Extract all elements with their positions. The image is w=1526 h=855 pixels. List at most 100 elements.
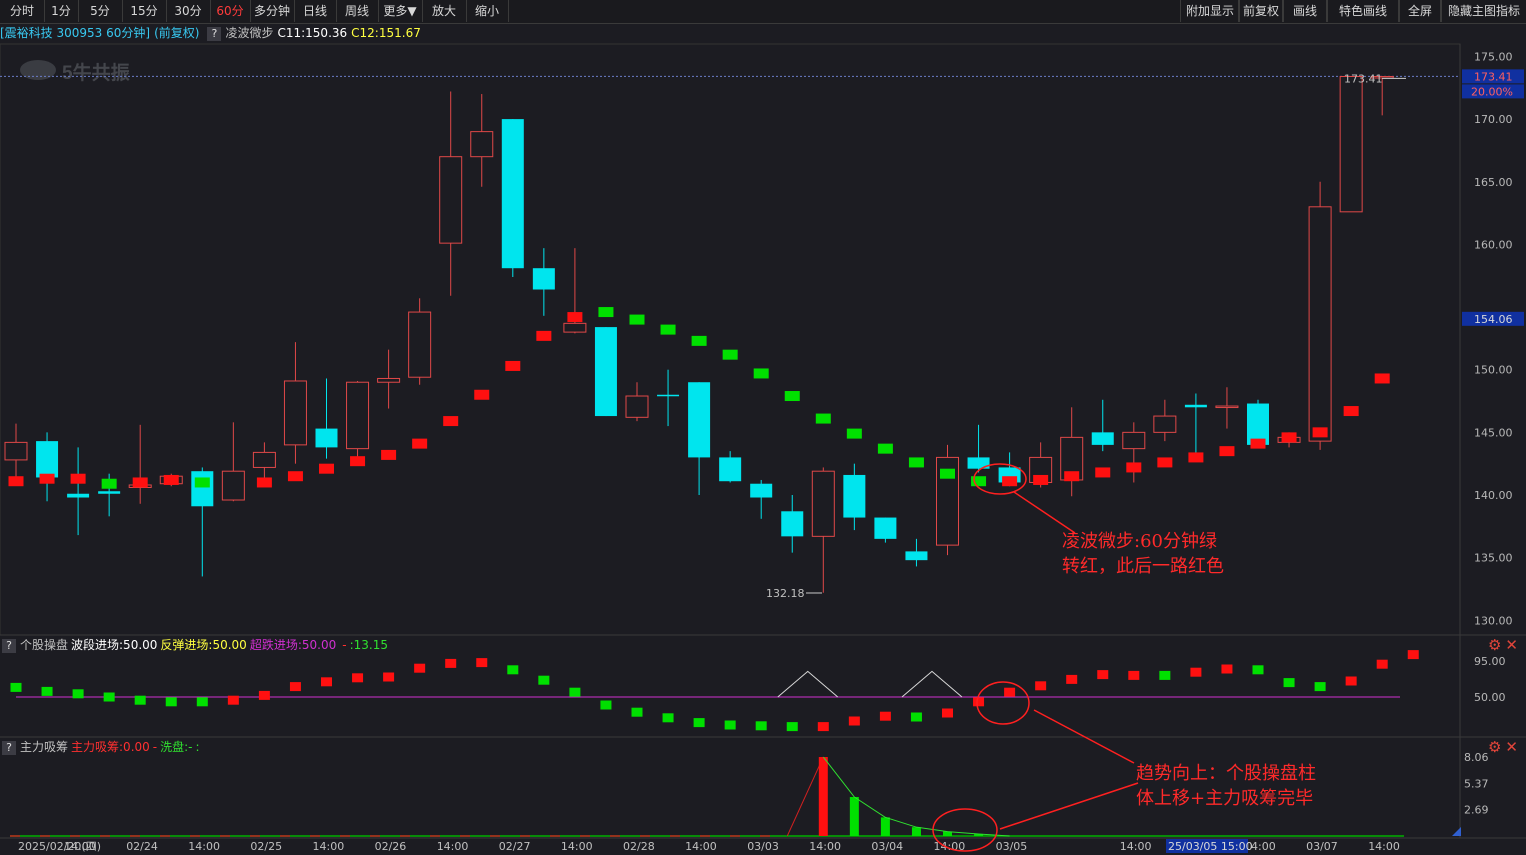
lbwb-marker <box>1126 462 1142 473</box>
watermark: 5牛共振 <box>62 61 130 84</box>
candle-body <box>408 311 432 378</box>
close-icon[interactable]: ✕ <box>1505 636 1518 654</box>
sub1-bar <box>321 677 332 687</box>
sub2-v3: 洗盘:- <box>160 740 193 754</box>
lbwb-marker <box>1250 438 1266 449</box>
sub1-bar <box>1221 664 1233 674</box>
sub1-bar <box>600 700 612 710</box>
sub1-bar <box>1128 670 1140 680</box>
lbwb-marker <box>1064 471 1080 482</box>
lbwb-marker <box>908 457 924 468</box>
sub1-bar <box>1345 676 1357 686</box>
price-tick-label: 145.00 <box>1474 426 1513 439</box>
annotation-2: 趋势向上：个股操盘柱 体上移+主力吸筹完毕 <box>1136 761 1316 811</box>
sub1-v5: :13.15 <box>349 638 388 652</box>
candle-body <box>191 471 214 507</box>
lbwb-marker <box>163 474 179 485</box>
annotation-pointer <box>999 782 1139 830</box>
sub1-bar <box>1190 667 1202 677</box>
lbwb-marker <box>443 416 459 427</box>
low-price-label: 132.18 <box>766 587 805 600</box>
candle-body <box>1091 432 1114 445</box>
sub1-bar <box>662 713 674 723</box>
sub1-bar <box>289 682 301 692</box>
lbwb-marker <box>1374 373 1390 384</box>
close-icon[interactable]: ✕ <box>1505 738 1518 756</box>
sub1-bar <box>910 712 922 722</box>
lbwb-marker <box>39 473 55 484</box>
candle-body <box>470 131 494 158</box>
lbwb-marker <box>381 449 397 460</box>
candle-body <box>501 119 524 269</box>
candle-body <box>657 394 680 397</box>
lbwb-marker <box>1157 457 1173 468</box>
date-tick-label: 03/05 <box>996 840 1028 853</box>
lbwb-marker <box>691 335 707 346</box>
price-tick-label: 135.00 <box>1474 552 1513 565</box>
gear-icon[interactable]: ⚙ <box>1488 636 1501 654</box>
sub1-triangle <box>777 670 839 698</box>
sub1-v4: - <box>342 638 347 652</box>
date-tick-label: 14:00 <box>561 840 593 853</box>
lbwb-marker <box>132 477 148 488</box>
sub1-tick-label: 95.00 <box>1474 655 1506 668</box>
sub1-bar <box>538 675 550 685</box>
price-tick-label: 165.00 <box>1474 176 1513 189</box>
lbwb-marker <box>287 471 303 482</box>
price-tick-label: 140.00 <box>1474 489 1513 502</box>
annotation-1: 凌波微步:60分钟绿 转红，此后一路红色 <box>1062 529 1224 579</box>
date-tick-label: 14:00 <box>685 840 717 853</box>
date-tick-label: 14:00 <box>437 840 469 853</box>
help-icon[interactable]: ? <box>2 639 16 653</box>
candle-body <box>252 451 276 468</box>
sub1-bar <box>817 722 829 732</box>
sub1-bar <box>258 690 270 700</box>
chart-canvas: 5牛共振 175.00 170.00 165.00 160.00 150.00 145.00… <box>0 43 1526 853</box>
sub1-bar <box>942 708 953 718</box>
lbwb-marker <box>412 438 428 449</box>
annotation-2-line2: 体上移+主力吸筹完毕 <box>1136 788 1314 809</box>
sub1-bar <box>1097 670 1109 680</box>
sub2-v1: 主力吸筹:0.00 <box>71 740 150 754</box>
lbwb-marker <box>846 428 862 439</box>
sub1-bar <box>103 692 115 702</box>
candle-body <box>563 322 587 333</box>
lbwb-marker <box>567 312 583 323</box>
sub2-bar <box>849 796 859 836</box>
candle-body <box>811 470 835 537</box>
sub1-label: 个股操盘 <box>20 638 69 652</box>
lbwb-marker <box>753 368 769 379</box>
candle-body <box>439 156 463 244</box>
candle-body <box>1122 431 1146 450</box>
candle-body <box>843 474 866 518</box>
date-tick-label: 03/04 <box>871 840 903 853</box>
sub1-bar <box>41 686 53 696</box>
help-icon[interactable]: ? <box>2 741 16 755</box>
lbwb-marker <box>598 307 614 318</box>
lbwb-marker <box>660 324 676 335</box>
candle-body <box>905 551 928 561</box>
sub1-bar <box>165 697 177 707</box>
lbwb-marker <box>319 463 334 474</box>
sub1-bar <box>786 722 798 732</box>
lbwb-marker <box>1095 467 1111 478</box>
main-panel-frame <box>0 43 1461 636</box>
lbwb-marker <box>350 456 366 467</box>
sub2-header: ? 主力吸筹 主力吸筹:0.00- 洗盘:-: <box>2 739 200 755</box>
candle-body <box>594 327 617 417</box>
price-tick-label: 170.00 <box>1474 113 1513 126</box>
annotation-1-line2: 转红，此后一路红色 <box>1062 556 1224 577</box>
sub2-controls: ⚙ ✕ <box>1484 739 1518 755</box>
date-tick-label: 14:00 <box>64 840 96 853</box>
candle-body <box>4 441 28 461</box>
sub1-bar <box>755 721 767 731</box>
sub1-bar <box>1283 678 1295 688</box>
sub2-v2: - <box>152 740 158 754</box>
candle-body <box>377 377 401 383</box>
gear-icon[interactable]: ⚙ <box>1488 738 1501 756</box>
date-tick-label: 02/24 <box>126 840 158 853</box>
lbwb-marker <box>1002 476 1018 487</box>
lbwb-marker <box>8 476 24 487</box>
candle-body <box>625 395 649 418</box>
candle-body <box>98 491 121 494</box>
